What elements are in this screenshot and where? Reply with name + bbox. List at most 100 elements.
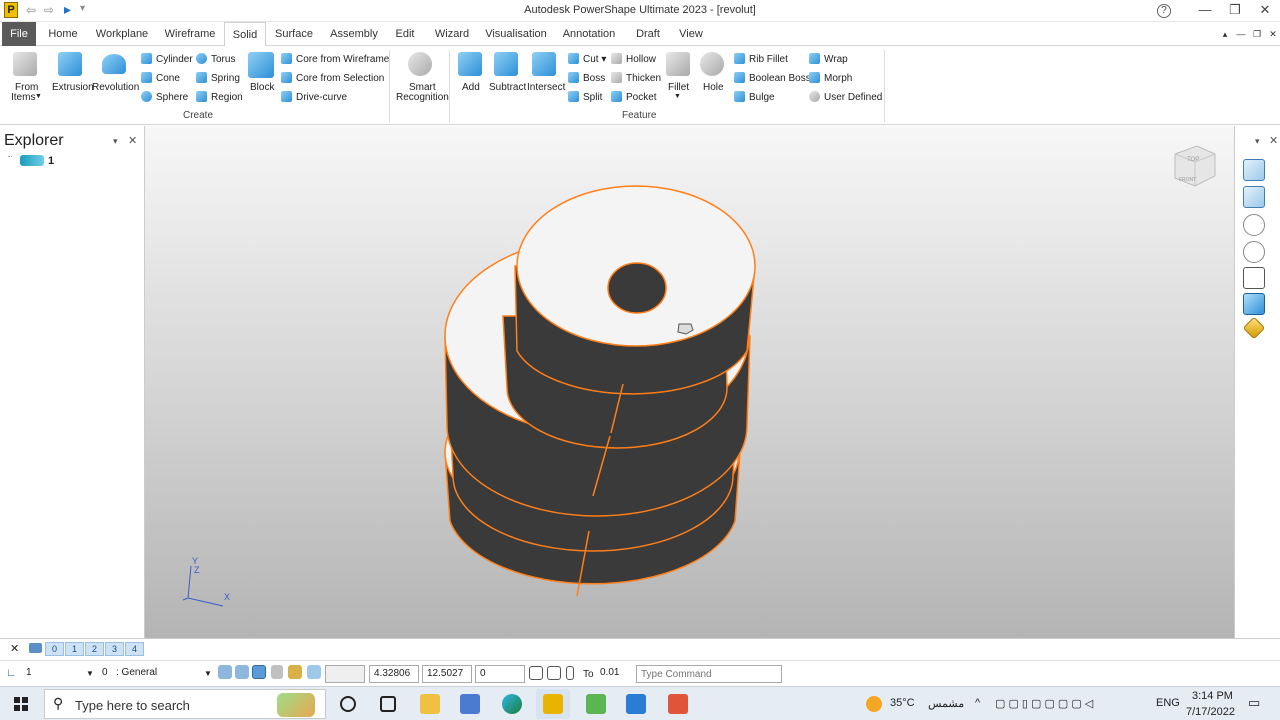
collapse-ribbon-icon[interactable]: ▴: [1218, 22, 1232, 46]
thicken-button[interactable]: Thicken: [611, 72, 661, 84]
iso-view-icon[interactable]: [1243, 186, 1265, 208]
z-coordinate-field[interactable]: 0: [475, 665, 525, 683]
tray-icons[interactable]: ▢ ▢ ▯ ▢ ▢ ▢ ▢ ◁: [995, 697, 1093, 710]
add-icon[interactable]: [458, 52, 482, 76]
command-input[interactable]: [636, 665, 782, 683]
revolution-icon[interactable]: [102, 54, 126, 74]
tab-workplane[interactable]: Workplane: [92, 22, 152, 46]
absolute-coords-icon[interactable]: [529, 666, 543, 680]
recorder-icon[interactable]: [668, 694, 688, 714]
relative-coords-icon[interactable]: [547, 666, 561, 680]
windows-start-icon[interactable]: [14, 697, 28, 711]
camtasia-icon[interactable]: [586, 694, 606, 714]
explorer-pin-icon[interactable]: ▾: [113, 136, 118, 147]
from-items-label-2[interactable]: Items: [11, 92, 35, 103]
pocket-button[interactable]: Pocket: [611, 91, 657, 103]
level-button[interactable]: 3: [105, 642, 124, 656]
store-icon[interactable]: [460, 694, 480, 714]
weather-sun-icon[interactable]: [866, 696, 882, 712]
model-tree-item[interactable]: 1: [48, 155, 54, 167]
hole-icon[interactable]: [700, 52, 724, 76]
explorer-close-icon[interactable]: ✕: [128, 134, 137, 147]
view-toolbar-pin-icon[interactable]: ▾: [1255, 136, 1260, 147]
input-language[interactable]: ENG: [1156, 697, 1180, 709]
intersect-button[interactable]: Intersect: [527, 82, 565, 93]
intersect-icon[interactable]: [532, 52, 556, 76]
sphere-button[interactable]: Sphere: [141, 91, 188, 103]
boss-button[interactable]: Boss: [568, 72, 605, 84]
cortana-icon[interactable]: [340, 696, 356, 712]
level-button[interactable]: 1: [65, 642, 84, 656]
level-select[interactable]: : General: [112, 665, 212, 683]
revolution-button[interactable]: Revolution: [92, 82, 139, 93]
tab-file[interactable]: File: [2, 22, 36, 46]
level-dropdown-icon[interactable]: ▼: [204, 669, 212, 678]
grid-snap-icon[interactable]: [252, 665, 266, 679]
wireframe-view-icon[interactable]: [1243, 159, 1265, 181]
tolerance-field[interactable]: 0.01: [596, 665, 632, 683]
clock-date[interactable]: 7/17/2022: [1186, 706, 1235, 718]
fillet-dropdown-icon[interactable]: ▼: [674, 93, 681, 100]
tab-view[interactable]: View: [676, 22, 706, 46]
smart-recognition-icon[interactable]: [408, 52, 432, 76]
doc-restore-button[interactable]: ❐: [1250, 22, 1264, 46]
block-button[interactable]: Block: [250, 82, 274, 93]
clock-time[interactable]: 3:14 PM: [1192, 690, 1233, 702]
graphics-viewport[interactable]: TOP FRONT Y Z X: [145, 126, 1234, 638]
zoom-box-icon[interactable]: [1243, 214, 1265, 236]
spring-button[interactable]: Spring: [196, 72, 240, 84]
tab-surface[interactable]: Surface: [272, 22, 316, 46]
doc-minimize-button[interactable]: —: [1234, 22, 1248, 46]
x-coordinate-field[interactable]: 4.32806: [369, 665, 419, 683]
hollow-button[interactable]: Hollow: [611, 53, 656, 65]
lock-icon[interactable]: [271, 665, 283, 679]
file-explorer-icon[interactable]: [420, 694, 440, 714]
bulge-button[interactable]: Bulge: [734, 91, 775, 103]
close-button[interactable]: ✕: [1250, 2, 1280, 18]
y-coordinate-field[interactable]: 12.5027: [422, 665, 472, 683]
extrusion-icon[interactable]: [58, 52, 82, 76]
view-toolbar-close-icon[interactable]: ✕: [1269, 134, 1278, 147]
zoom-fit-icon[interactable]: [1243, 241, 1265, 263]
rib-fillet-button[interactable]: Rib Fillet: [734, 53, 788, 65]
cut-button[interactable]: Cut ▾: [568, 53, 606, 65]
task-view-icon[interactable]: [380, 696, 396, 712]
tab-edit[interactable]: Edit: [392, 22, 418, 46]
tab-wireframe[interactable]: Wireframe: [162, 22, 218, 46]
taskbar-search-box[interactable]: ⚲ Type here to search: [44, 689, 326, 719]
region-button[interactable]: Region: [196, 91, 243, 103]
smart-recognition-label-2[interactable]: Recognition: [396, 92, 449, 103]
shaded-view-icon[interactable]: [1243, 293, 1265, 315]
weather-condition[interactable]: مشمس: [928, 697, 964, 710]
add-button[interactable]: Add: [462, 82, 480, 93]
tolerance-icon[interactable]: [566, 666, 574, 680]
boolean-boss-button[interactable]: Boolean Boss: [734, 72, 811, 84]
fillet-icon[interactable]: [666, 52, 690, 76]
user-defined-button[interactable]: User Defined: [809, 91, 882, 103]
minimize-button[interactable]: —: [1190, 2, 1220, 17]
hole-button[interactable]: Hole: [703, 82, 724, 93]
restore-button[interactable]: ❐: [1220, 2, 1250, 18]
notifications-icon[interactable]: ▭: [1248, 695, 1260, 711]
snap-icon[interactable]: [218, 665, 232, 679]
help-icon[interactable]: ?: [1157, 4, 1171, 18]
doc-close-button[interactable]: ✕: [1266, 22, 1280, 46]
subtract-icon[interactable]: [494, 52, 518, 76]
tab-visualisation[interactable]: Visualisation: [484, 22, 548, 46]
morph-button[interactable]: Morph: [809, 72, 852, 84]
block-icon[interactable]: [248, 52, 274, 78]
core-from-selection-button[interactable]: Core from Selection: [281, 72, 384, 84]
tab-solid[interactable]: Solid: [224, 22, 266, 47]
grid-icon[interactable]: [307, 665, 321, 679]
fillet-button[interactable]: Fillet: [668, 82, 689, 93]
from-items-dropdown-icon[interactable]: ▼: [35, 93, 42, 100]
extrusion-button[interactable]: Extrusion: [52, 82, 94, 93]
powershape-taskbar-icon[interactable]: [543, 694, 563, 714]
core-from-wireframe-button[interactable]: Core from Wireframe: [281, 53, 389, 65]
tab-wizard[interactable]: Wizard: [432, 22, 472, 46]
from-items-icon[interactable]: [13, 52, 37, 76]
tab-annotation[interactable]: Annotation: [560, 22, 618, 46]
tray-overflow-icon[interactable]: ^: [975, 697, 980, 709]
subtract-button[interactable]: Subtract: [489, 82, 526, 93]
level-button[interactable]: 4: [125, 642, 144, 656]
